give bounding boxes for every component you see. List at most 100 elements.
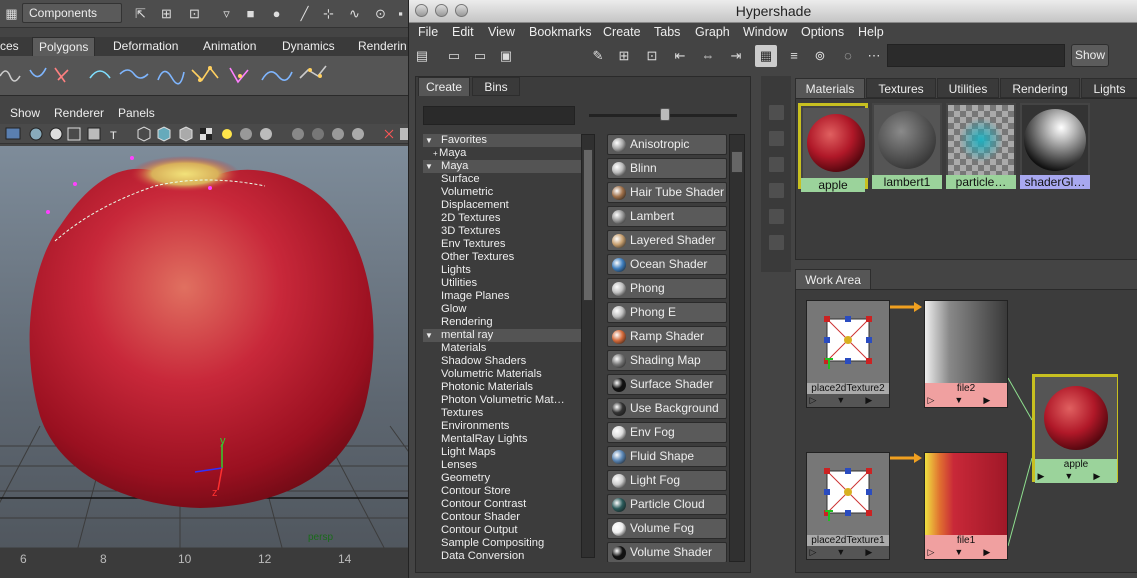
selection-mode-dropdown[interactable]: Components (22, 3, 122, 23)
tree-item[interactable]: Displacement (423, 199, 581, 212)
shader-list-scrollbar[interactable] (729, 134, 745, 562)
node-apple-material[interactable]: apple ▶ ▼ ▶ (1032, 374, 1118, 483)
shader-button[interactable]: Layered Shader (607, 230, 727, 251)
node-port-bar[interactable]: ▷ ▼ ▶ (925, 546, 1007, 559)
material-swatch-apple[interactable]: apple (798, 103, 869, 192)
layout-icon[interactable] (768, 182, 785, 199)
tree-item[interactable]: Rendering (423, 316, 581, 329)
shader-button[interactable]: Env Fog (607, 422, 727, 443)
shader-button[interactable]: Ocean Shader (607, 254, 727, 275)
snap-view-icon[interactable]: ▪ (392, 5, 408, 22)
tree-item[interactable]: ▼ mental ray (423, 329, 581, 342)
tree-item[interactable]: MentalRay Lights (423, 433, 581, 446)
tree-item[interactable]: Glow (423, 303, 581, 316)
shader-button[interactable]: Shading Map (607, 350, 727, 371)
shelf-tab-dynamics[interactable]: Dynamics (276, 37, 341, 56)
viewport-toolbar-icons[interactable]: T (0, 124, 408, 144)
tree-item[interactable]: Lenses (423, 459, 581, 472)
material-swatch-particle[interactable]: particle… (946, 103, 1016, 189)
input-connections-icon[interactable]: ⇤ (669, 45, 691, 67)
shelf-tab-polygons[interactable]: Polygons (32, 37, 96, 56)
sort-icon[interactable]: ≡ (783, 45, 805, 67)
snap-curve-icon[interactable]: ∿ (346, 5, 363, 22)
viewport-menu-show[interactable]: Show (10, 106, 40, 120)
tree-item[interactable]: Contour Shader (423, 511, 581, 524)
menu-tabs[interactable]: Tabs (654, 25, 680, 39)
shader-button[interactable]: Anisotropic (607, 134, 727, 155)
material-swatch-shaderglow[interactable]: shaderGl… (1020, 103, 1090, 189)
shader-button[interactable]: Phong (607, 278, 727, 299)
tab-materials[interactable]: Materials (795, 78, 865, 98)
tree-item[interactable]: Materials (423, 342, 581, 355)
tree-item[interactable]: 3D Textures (423, 225, 581, 238)
select-vertex-icon[interactable]: ■ (242, 5, 259, 22)
node-port-bar[interactable]: ▶ ▼ ▶ (1035, 470, 1117, 483)
tree-item[interactable]: Textures (423, 407, 581, 420)
shader-button[interactable]: Blinn (607, 158, 727, 179)
tree-item[interactable]: Sample Compositing (423, 537, 581, 550)
menu-options[interactable]: Options (801, 25, 844, 39)
tree-item[interactable]: Environments (423, 420, 581, 433)
tab-utilities[interactable]: Utilities (937, 78, 999, 98)
tree-item[interactable]: Contour Output (423, 524, 581, 537)
minimize-window-icon[interactable] (435, 4, 448, 17)
menu-bookmarks[interactable]: Bookmarks (529, 25, 592, 39)
shader-button[interactable]: Lambert (607, 206, 727, 227)
menu-create[interactable]: Create (603, 25, 641, 39)
select-by-handle-icon[interactable]: ⇱ (132, 5, 149, 22)
swatch-toggle-icon[interactable]: ▦ (755, 45, 777, 67)
tree-item[interactable]: 2D Textures (423, 212, 581, 225)
shader-button[interactable]: Volume Shader (607, 542, 727, 562)
rearrange-graph-icon[interactable]: ⊞ (613, 45, 635, 67)
input-output-connections-icon[interactable]: ⇔ (697, 45, 719, 67)
shelf-tab-animation[interactable]: Animation (197, 37, 262, 56)
output-connections-icon[interactable]: ⇥ (725, 45, 747, 67)
shader-button[interactable]: Surface Shader (607, 374, 727, 395)
render-node-icon[interactable]: ⊚ (809, 45, 831, 67)
layout-icon[interactable] (768, 208, 785, 225)
shelf-tab-deformation[interactable]: Deformation (107, 37, 184, 56)
show-button[interactable]: Show (1071, 44, 1109, 67)
tree-item[interactable]: Geometry (423, 472, 581, 485)
curve-tools-icons[interactable] (0, 56, 408, 96)
viewport-menu-renderer[interactable]: Renderer (54, 106, 104, 120)
graph-materials-icon[interactable]: ⊡ (641, 45, 663, 67)
shader-button[interactable]: Use Background (607, 398, 727, 419)
menu-set-icon[interactable]: ▦ (3, 5, 20, 22)
layout-icon[interactable] (768, 104, 785, 121)
tree-item[interactable]: Lights (423, 264, 581, 277)
tree-item[interactable]: Surface (423, 173, 581, 186)
node-port-bar[interactable]: ▷ ▼ ▶ (925, 394, 1007, 407)
shelf-tab-surfaces[interactable]: ces (0, 37, 25, 56)
tree-item[interactable]: Volumetric (423, 186, 581, 199)
shader-button[interactable]: Ramp Shader (607, 326, 727, 347)
shelf-tab-rendering[interactable]: Renderin (352, 37, 408, 56)
tree-item[interactable]: ▼ Favorites (423, 134, 581, 147)
tree-item[interactable]: Contour Contrast (423, 498, 581, 511)
tab-bins[interactable]: Bins (472, 77, 520, 96)
search-input[interactable] (887, 44, 1065, 67)
shader-scroll-thumb[interactable] (731, 151, 743, 173)
tree-item[interactable]: Image Planes (423, 290, 581, 303)
tree-item[interactable]: ▼ Maya (423, 160, 581, 173)
tab-textures[interactable]: Textures (866, 78, 936, 98)
show-top-tabs-icon[interactable]: ▭ (443, 45, 465, 67)
zoom-window-icon[interactable] (455, 4, 468, 17)
toggle-panel-icon[interactable]: ▤ (411, 45, 433, 67)
select-by-object-type-icon[interactable]: ⊡ (186, 5, 203, 22)
select-by-hierarchy-icon[interactable]: ⊞ (158, 5, 175, 22)
tree-item[interactable]: Utilities (423, 277, 581, 290)
tree-item[interactable]: Photonic Materials (423, 381, 581, 394)
node-file2[interactable]: file2 ▷ ▼ ▶ (924, 300, 1008, 408)
shader-button[interactable]: Volume Fog (607, 518, 727, 539)
node-port-bar[interactable]: ▷ ▼ ▶ (807, 394, 889, 407)
tab-work-area[interactable]: Work Area (795, 269, 871, 289)
tree-item[interactable]: Env Textures (423, 238, 581, 251)
menu-window[interactable]: Window (743, 25, 787, 39)
clear-graph-icon[interactable]: ✎ (587, 45, 609, 67)
show-bottom-tabs-icon[interactable]: ▭ (469, 45, 491, 67)
create-filter-input[interactable] (423, 106, 575, 125)
select-face-icon[interactable]: ╱ (296, 5, 313, 22)
tree-item[interactable]: Shadow Shaders (423, 355, 581, 368)
layout-icon[interactable] (768, 156, 785, 173)
